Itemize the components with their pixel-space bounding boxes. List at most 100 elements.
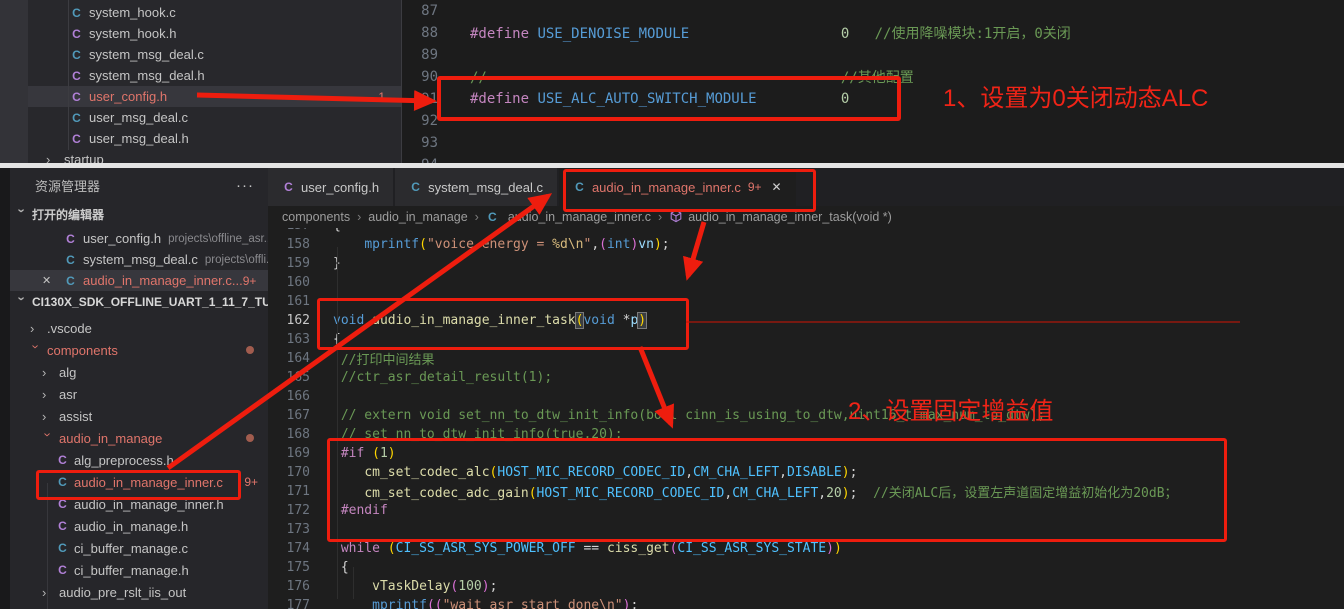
breadcrumb-item-2[interactable]: audio_in_manage [368,210,467,224]
annotation-note-1: 1、设置为0关闭动态ALC [943,78,1208,113]
chevron-down-icon: › [15,296,30,308]
tab-label: user_config.h [301,180,379,195]
close-icon[interactable]: ✕ [42,274,51,287]
line-number: 176 [268,579,310,594]
more-actions-icon[interactable]: ··· [236,177,254,194]
tab-label: system_msg_deal.c [428,180,543,195]
line-number: 161 [268,294,310,309]
file-row-user_msg_deal.h[interactable]: Cuser_msg_deal.h [28,128,401,149]
tree-item-alg[interactable]: ›alg [10,361,268,383]
breadcrumb-separator: › [357,210,361,224]
file-row-system_hook.h[interactable]: Csystem_hook.h [28,23,401,44]
c-file-icon: C [282,180,295,194]
modified-dot [246,346,254,354]
breadcrumb-item-1[interactable]: components [282,210,350,224]
chevron-right-icon: › [42,409,54,424]
code-token: , [591,237,599,252]
tree-item-.vscode[interactable]: ›.vscode [10,317,268,339]
c-file-icon: C [70,6,83,20]
line-number: 90 [402,69,438,85]
code-text: mprintf("voice energy = %d\n",(int)vn); [333,237,670,252]
open-editor-system_msg_deal.c[interactable]: Csystem_msg_deal.cprojects\offli... [10,249,268,270]
tree-item-label: alg_preprocess.h [74,453,174,468]
chevron-right-icon: › [42,387,54,402]
code-line-167[interactable]: 167 // extern void set_nn_to_dtw_init_in… [268,406,1344,425]
tree-item-ci_buffer_manage.c[interactable]: Cci_buffer_manage.c [10,537,268,559]
code-line-166[interactable]: 166 [268,387,1344,406]
tree-item-label: components [47,343,118,358]
tree-item-components[interactable]: ›components [10,339,268,361]
line-number: 91 [402,91,438,107]
c-file-icon: C [64,253,77,267]
file-row-user_config.h[interactable]: Cuser_config.h1 [28,86,401,107]
bottom-code-editor[interactable]: 157{158 mprintf("voice energy = %d\n",(i… [268,216,1344,609]
code-line-158[interactable]: 158 mprintf("voice energy = %d\n",(int)v… [268,235,1344,254]
chevron-right-icon: › [42,585,54,600]
tree-item-assist[interactable]: ›assist [10,405,268,427]
file-row-system_hook.c[interactable]: Csystem_hook.c [28,2,401,23]
file-name: audio_in_manage_inner.c... [83,273,243,288]
open-editors-label: 打开的编辑器 [32,206,104,223]
modified-dot [246,434,254,442]
file-row-system_msg_deal.h[interactable]: Csystem_msg_deal.h [28,65,401,86]
c-file-icon: C [70,132,83,146]
file-name: user_config.h [89,89,167,104]
breadcrumb-item-3[interactable]: Caudio_in_manage_inner.c [486,210,651,224]
code-line-89[interactable]: 89 [402,44,1344,66]
line-number: 160 [268,275,310,290]
code-token: while [341,541,380,556]
code-line-160[interactable]: 160 [268,273,1344,292]
code-token: == [576,541,607,556]
line-number: 168 [268,427,310,442]
annotation-note-2: 2、设置固定增益值 [848,391,1053,426]
code-line-176[interactable]: 176 vTaskDelay(100); [268,577,1344,596]
tree-item-label: asr [59,387,77,402]
c-file-icon: C [56,563,69,577]
file-row-user_msg_deal.c[interactable]: Cuser_msg_deal.c [28,107,401,128]
breadcrumb-label: audio_in_manage_inner.c [508,210,651,224]
code-token: mprintf [364,237,419,252]
code-line-94[interactable]: 94 [402,154,1344,163]
line-number: 167 [268,408,310,423]
tree-item-label: audio_in_manage [59,431,162,446]
open-editor-audio_in_manage_inner.c...[interactable]: ✕Caudio_in_manage_inner.c...9+ [10,270,268,291]
code-line-87[interactable]: 87 [402,0,1344,22]
tab-system_msg_deal.c[interactable]: Csystem_msg_deal.c [395,168,557,206]
line-number: 166 [268,389,310,404]
tree-item-alg_preprocess.h[interactable]: Calg_preprocess.h [10,449,268,471]
line-number: 177 [268,598,310,609]
code-line-175[interactable]: 175 { [268,558,1344,577]
workspace-root-row[interactable]: › CI130X_SDK_OFFLINE_UART_1_11_7_TUOXI..… [10,291,268,313]
problem-badge: 9+ [244,475,258,489]
tree-item-asr[interactable]: › asr [10,383,268,405]
line-number: 169 [268,446,310,461]
tree-item-audio_in_manage.h[interactable]: Caudio_in_manage.h [10,515,268,537]
tree-item-audio_pre_rslt_iis_out[interactable]: ›audio_pre_rslt_iis_out [10,581,268,603]
open-editors-header[interactable]: › 打开的编辑器 [10,202,268,226]
code-line-164[interactable]: 164 //打印中间结果 [268,349,1344,368]
code-line-88[interactable]: 88#define USE_DENOISE_MODULE 0 //使用降噪模块:… [402,22,1344,44]
tree-item-label: ci_buffer_manage.h [74,563,189,578]
code-token: { [341,560,349,575]
code-token: USE_DENOISE_MODULE [537,26,689,42]
code-token: ) [826,541,834,556]
open-editor-user_config.h[interactable]: Cuser_config.hprojects\offline_asr... [10,228,268,249]
c-file-icon: C [70,48,83,62]
code-token: ; [630,598,638,609]
open-editors-list: Cuser_config.hprojects\offline_asr...Csy… [10,228,268,291]
line-number: 158 [268,237,310,252]
code-token: int [607,237,630,252]
tab-user_config.h[interactable]: Cuser_config.h [268,168,393,206]
code-line-159[interactable]: 159} [268,254,1344,273]
code-line-165[interactable]: 165 //ctr_asr_detail_result(1); [268,368,1344,387]
file-row-system_msg_deal.c[interactable]: Csystem_msg_deal.c [28,44,401,65]
tree-indent-guide [47,483,48,609]
folder-row-startup[interactable]: ›startup [28,149,401,163]
tree-item-audio_in_manage[interactable]: ›audio_in_manage [10,427,268,449]
tree-item-ci_buffer_manage.h[interactable]: Cci_buffer_manage.h [10,559,268,581]
bottom-editor-group: Cuser_config.hCsystem_msg_deal.cCaudio_i… [268,168,1344,609]
breadcrumb-separator: › [658,210,662,224]
tree-indent-guide [68,0,69,150]
code-line-177[interactable]: 177 mprintf(("wait asr start done\n"); [268,596,1344,609]
code-line-93[interactable]: 93 [402,132,1344,154]
